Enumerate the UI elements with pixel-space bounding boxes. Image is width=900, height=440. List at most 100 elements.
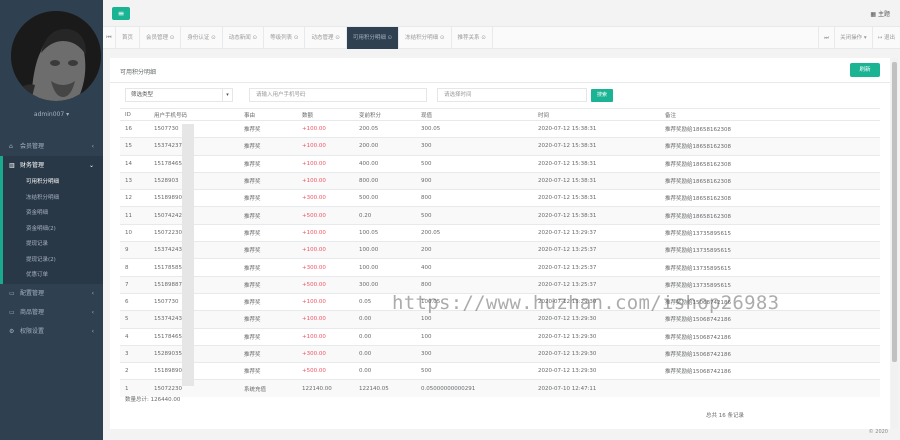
- cell-amount: +100.00: [297, 310, 354, 329]
- search-button[interactable]: 搜索: [591, 89, 613, 102]
- monitor-icon: ▭: [9, 289, 15, 297]
- chevron-down-icon: ▾: [222, 89, 232, 101]
- table-row[interactable]: 12 15189890 推荐奖 +300.00 500.00 800 2020-07-12 …: [120, 189, 880, 207]
- sidebar-item-finance[interactable]: ▥ 财务管理 ⌄: [0, 156, 103, 175]
- cell-amount: +100.00: [297, 292, 354, 311]
- phone-search-input[interactable]: 请输入用户手机号码: [249, 88, 427, 102]
- table-row[interactable]: 16 1507730 推荐奖 +100.00 200.05 300.05 2020-07-1…: [120, 119, 880, 138]
- sidebar-subitem-withdraw-2[interactable]: 提现记录(2): [3, 253, 103, 269]
- sidebar-subitem-funds[interactable]: 资金明细: [3, 206, 103, 222]
- table-row[interactable]: 7 15189887 推荐奖 +500.00 300.00 800 2020-07-12 1…: [120, 275, 880, 294]
- col-phone[interactable]: 用户手机号码: [149, 108, 239, 121]
- sidebar-item-members[interactable]: ⌂ 会员管理 ‹: [0, 137, 103, 156]
- sidebar-subitem-orders[interactable]: 优惠订单: [3, 268, 103, 284]
- table-row[interactable]: 2 15189890 推荐奖 +500.00 0.00 500 2020-07-12 13:…: [120, 362, 880, 380]
- cell-amount: +100.00: [297, 241, 354, 259]
- table-row[interactable]: 10 15072230 推荐奖 +100.00 100.05 200.05 2020-07-…: [120, 223, 880, 242]
- gear-icon: ⚙: [9, 327, 15, 335]
- theme-button[interactable]: ▦ 主题: [870, 9, 890, 18]
- scrollbar[interactable]: [891, 58, 898, 429]
- table-row[interactable]: 11 15074242 推荐奖 +500.00 0.20 500 2020-07-12 15…: [120, 206, 880, 225]
- table-row[interactable]: 3 15289035 推荐奖 +300.00 0.00 300 2020-07-12 13:…: [120, 344, 880, 363]
- cell-id: 13: [120, 171, 149, 190]
- table-row[interactable]: 4 15178465 推荐奖 +100.00 0.00 100 2020-07-12 13:…: [120, 327, 880, 346]
- cell-amount: +100.00: [297, 171, 354, 190]
- tab-scroll-right-icon[interactable]: ⏭: [818, 27, 834, 49]
- cell-reason: 推荐奖: [239, 137, 297, 156]
- sidebar-item-products[interactable]: ▭ 商品管理 ‹: [0, 303, 103, 322]
- tab-identity[interactable]: 身份认证 ⊙: [181, 27, 223, 49]
- menu-toggle-button[interactable]: ≡: [112, 7, 130, 20]
- col-before[interactable]: 变前积分: [354, 108, 416, 121]
- tab-levels[interactable]: 等级列表 ⊙: [264, 27, 306, 49]
- table-row[interactable]: 15 15374237 推荐奖 +100.00 200.00 300 2020-07-12 …: [120, 137, 880, 156]
- sidebar-subitem-withdraw[interactable]: 提现记录: [3, 237, 103, 253]
- table-row[interactable]: 9 15374243 推荐奖 +100.00 100.00 200 2020-07-12 1…: [120, 241, 880, 259]
- sidebar-subitem-available-points[interactable]: 可用积分明细: [3, 175, 103, 191]
- cell-reason: 推荐奖: [239, 258, 297, 277]
- time-picker-input[interactable]: 请选择时间: [437, 88, 587, 102]
- cell-amount: +100.00: [297, 154, 354, 173]
- cell-id: 3: [120, 344, 149, 363]
- tab-dynamics[interactable]: 动态管理 ⊙: [305, 27, 347, 49]
- tab-news[interactable]: 动态新闻 ⊙: [223, 27, 265, 49]
- chevron-left-icon: ‹: [91, 143, 94, 150]
- cell-before: 400.00: [354, 154, 416, 173]
- table-row[interactable]: 8 15178585 推荐奖 +300.00 100.00 400 2020-07-12 1…: [120, 258, 880, 277]
- logout-button[interactable]: ↦ 退出: [871, 27, 900, 49]
- cell-before: 200.00: [354, 137, 416, 156]
- close-ops-dropdown[interactable]: 关闭操作 ▾: [834, 27, 872, 49]
- cell-id: 10: [120, 223, 149, 242]
- cell-before: 800.00: [354, 171, 416, 190]
- sidebar-item-permissions[interactable]: ⚙ 权限设置 ‹: [0, 322, 103, 341]
- col-current[interactable]: 现值: [416, 108, 533, 121]
- cell-current: 0.05000000000291: [416, 379, 533, 398]
- table-row[interactable]: 13 1528903 推荐奖 +100.00 800.00 900 2020-07-12 1…: [120, 171, 880, 190]
- cell-current: 100.05: [416, 292, 533, 311]
- table-row[interactable]: 5 15374243 推荐奖 +100.00 0.00 100 2020-07-12 13:…: [120, 310, 880, 329]
- refresh-button[interactable]: 刷新: [850, 63, 880, 77]
- cell-id: 16: [120, 119, 149, 138]
- table-icon: ▥: [9, 162, 15, 169]
- col-id[interactable]: ID: [120, 108, 149, 121]
- page-title: 可用积分明细: [120, 69, 157, 76]
- table-row[interactable]: 1 15072230 系统充值 122140.00 122140.05 0.0500000…: [120, 379, 880, 398]
- table-header-row: ID 用户手机号码 事由 数额 变前积分 现值 时间 备注: [120, 108, 880, 121]
- cell-id: 4: [120, 327, 149, 346]
- user-name[interactable]: admin007 ▾: [0, 111, 103, 118]
- col-amount[interactable]: 数额: [297, 108, 354, 121]
- cell-phone: 15189890: [149, 189, 239, 207]
- cell-reason: 推荐奖: [239, 171, 297, 190]
- cell-amount: +500.00: [297, 275, 354, 294]
- col-time[interactable]: 时间: [533, 108, 660, 121]
- monitor-icon: ▭: [9, 308, 15, 316]
- cell-time: 2020-07-12 15:38:31: [533, 189, 660, 207]
- cell-reason: 推荐奖: [239, 292, 297, 311]
- cell-reason: 推荐奖: [239, 189, 297, 207]
- scrollbar-thumb[interactable]: [892, 62, 897, 362]
- tab-scroll-left-icon[interactable]: ⏮: [103, 27, 116, 49]
- cell-amount: +300.00: [297, 344, 354, 363]
- type-select[interactable]: 筛选类型 ▾: [125, 88, 233, 102]
- col-note[interactable]: 备注: [660, 108, 880, 121]
- sidebar-item-config[interactable]: ▭ 配置管理 ‹: [0, 284, 103, 303]
- cell-id: 15: [120, 137, 149, 156]
- cell-id: 8: [120, 258, 149, 277]
- cell-reason: 推荐奖: [239, 362, 297, 380]
- sidebar-subitem-funds-2[interactable]: 资金明细(2): [3, 222, 103, 238]
- cell-time: 2020-07-10 12:47:11: [533, 379, 660, 398]
- table-row[interactable]: 6 1507730 推荐奖 +100.00 0.05 100.05 2020-07-12 1…: [120, 292, 880, 311]
- tab-available-points[interactable]: 可用积分明细 ⊙: [346, 27, 400, 49]
- table-row[interactable]: 14 15178465 推荐奖 +100.00 400.00 500 2020-07-12 …: [120, 154, 880, 173]
- tab-frozen-points[interactable]: 冻结积分明细 ⊙: [399, 27, 452, 49]
- copyright: © 2020: [868, 429, 888, 435]
- cell-phone: 15189890: [149, 362, 239, 380]
- cell-current: 200: [416, 241, 533, 259]
- col-reason[interactable]: 事由: [239, 108, 297, 121]
- tab-members[interactable]: 会员管理 ⊙: [140, 27, 182, 49]
- avatar[interactable]: [11, 11, 101, 101]
- sidebar-subitem-frozen-points[interactable]: 冻结积分明细: [3, 191, 103, 207]
- tab-home[interactable]: 首页: [116, 27, 141, 49]
- tab-referrals[interactable]: 推荐关系 ⊙: [452, 27, 493, 49]
- sidebar-item-label: 财务管理: [20, 162, 45, 169]
